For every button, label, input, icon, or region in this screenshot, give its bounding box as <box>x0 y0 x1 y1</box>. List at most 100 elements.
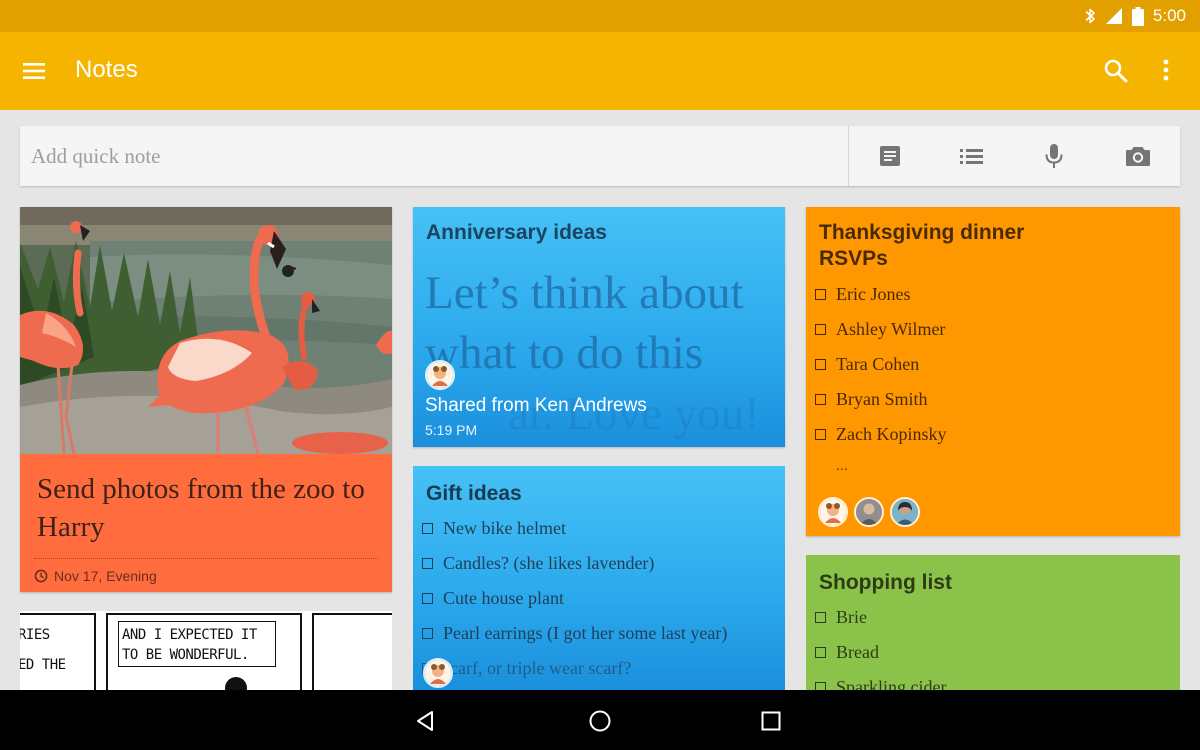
reminder-chip[interactable]: Nov 17, Evening <box>34 568 157 584</box>
status-icons: 5:00 <box>1084 0 1186 32</box>
checkbox[interactable] <box>815 612 826 623</box>
note-card-shopping[interactable]: Shopping list Brie Bread Sparkling cider <box>806 555 1180 690</box>
comic-text: ED THE <box>20 657 66 673</box>
list-item: Sparkling cider <box>815 670 946 690</box>
checkbox[interactable] <box>815 359 826 370</box>
list-item: New bike helmet <box>422 511 727 546</box>
list-note-button[interactable] <box>956 140 988 172</box>
list-item: Brie <box>815 600 946 635</box>
list-item-text: Cute house plant <box>443 588 564 608</box>
list-item-text: scarf, or triple wear scarf? <box>443 658 632 678</box>
list-item: Candles? (she likes lavender) <box>422 546 727 581</box>
list-item-text: Sparkling cider <box>836 677 947 690</box>
checkbox[interactable] <box>422 523 433 534</box>
home-icon <box>589 710 611 732</box>
camera-icon <box>1126 147 1150 166</box>
list-item: Pearl earrings (I got her some last year… <box>422 616 727 651</box>
back-icon <box>417 711 433 731</box>
note-card-anniversary[interactable]: Anniversary ideas Let’s think about what… <box>413 207 785 447</box>
avatar <box>890 497 920 527</box>
checkbox[interactable] <box>815 647 826 658</box>
list-item: Zach Kopinsky <box>815 417 946 452</box>
comic-figure-head <box>225 677 247 690</box>
clock-icon <box>34 569 48 583</box>
list-item-text: Bryan Smith <box>836 389 928 409</box>
list-item: Eric Jones <box>815 277 946 312</box>
checkbox[interactable] <box>422 628 433 639</box>
quick-note-input[interactable] <box>20 126 848 186</box>
checkbox[interactable] <box>815 289 826 300</box>
list-item: Ashley Wilmer <box>815 312 946 347</box>
checkbox[interactable] <box>815 429 826 440</box>
note-title: Anniversary ideas <box>426 221 607 244</box>
list-item-text: Pearl earrings (I got her some last year… <box>443 623 728 643</box>
navigation-bar <box>0 690 1200 750</box>
list-note-icon <box>960 149 983 164</box>
list-item: Cute house plant <box>422 581 727 616</box>
comic-text: RIES <box>20 627 50 643</box>
note-title: Thanksgiving dinner RSVPs <box>819 220 1024 272</box>
avatar <box>818 497 848 527</box>
recents-button[interactable] <box>756 706 786 736</box>
menu-icon[interactable] <box>22 60 48 82</box>
mic-button[interactable] <box>1038 140 1070 172</box>
note-card-comic[interactable]: RIES ED THE AND I EXPECTED IT TO BE WOND… <box>20 611 392 690</box>
avatar <box>854 497 884 527</box>
note-divider <box>34 558 378 559</box>
list-item-text: Candles? (she likes lavender) <box>443 553 655 573</box>
flamingo-note-body: Send photos from the zoo to Harry Nov 17… <box>20 454 392 592</box>
avatar <box>425 360 455 390</box>
note-title: Gift ideas <box>426 482 522 505</box>
checkbox[interactable] <box>422 558 433 569</box>
app-bar: Notes <box>0 32 1200 110</box>
list-item-text: Zach Kopinsky <box>836 424 947 444</box>
list-item: Bryan Smith <box>815 382 946 417</box>
status-time: 5:00 <box>1152 6 1186 25</box>
note-card-flamingo[interactable]: Send photos from the zoo to Harry Nov 17… <box>20 207 392 592</box>
note-card-gift-ideas[interactable]: Gift ideas New bike helmet Candles? (she… <box>413 466 785 690</box>
checkbox[interactable] <box>815 394 826 405</box>
list-item: Bread <box>815 635 946 670</box>
more-items-indicator: ... <box>836 457 848 473</box>
recents-icon <box>761 711 781 731</box>
gift-checklist: New bike helmet Candles? (she likes lave… <box>422 511 727 686</box>
shared-by-text: Shared from Ken Andrews <box>425 395 647 416</box>
reminder-text: Nov 17, Evening <box>54 568 157 584</box>
list-item-text: Ashley Wilmer <box>836 319 946 339</box>
more-vert-icon[interactable] <box>1158 58 1174 84</box>
comic-text: TO BE WONDERFUL. <box>122 647 249 663</box>
shopping-checklist: Brie Bread Sparkling cider <box>815 600 946 690</box>
text-note-button[interactable] <box>874 140 906 172</box>
comic-panel-3 <box>312 613 392 690</box>
checkbox[interactable] <box>815 682 826 690</box>
mic-icon <box>1045 144 1063 168</box>
quick-note-bar <box>20 126 1180 186</box>
camera-button[interactable] <box>1122 140 1154 172</box>
list-item-text: Bread <box>836 642 879 662</box>
text-note-icon <box>880 146 900 166</box>
list-item: Tara Cohen <box>815 347 946 382</box>
home-button[interactable] <box>585 706 615 736</box>
app-title: Notes <box>75 56 138 83</box>
checkbox[interactable] <box>422 593 433 604</box>
signal-icon <box>1105 8 1122 24</box>
shared-time: 5:19 PM <box>425 422 478 438</box>
list-item-text: Eric Jones <box>836 284 911 304</box>
note-title: Shopping list <box>819 571 952 594</box>
list-item: scarf, or triple wear scarf? <box>422 651 727 686</box>
flamingo-photo <box>20 207 392 454</box>
bluetooth-icon <box>1085 8 1095 24</box>
status-bar: 5:00 <box>0 0 1200 32</box>
note-text: Send photos from the zoo to Harry <box>37 473 365 543</box>
note-title-line: Thanksgiving dinner <box>819 221 1025 244</box>
search-icon[interactable] <box>1103 58 1129 84</box>
note-title-line: RSVPs <box>819 247 888 270</box>
comic-text: AND I EXPECTED IT <box>122 627 257 643</box>
comic-panel-2: AND I EXPECTED IT TO BE WONDERFUL. <box>106 613 302 690</box>
comic-panel-1: RIES ED THE <box>20 613 96 690</box>
note-card-thanksgiving[interactable]: Thanksgiving dinner RSVPs Eric Jones Ash… <box>806 207 1180 536</box>
note-text: Let’s think about what to do this <box>425 267 744 379</box>
quick-note-divider <box>848 126 849 186</box>
checkbox[interactable] <box>815 324 826 335</box>
back-button[interactable] <box>410 706 440 736</box>
